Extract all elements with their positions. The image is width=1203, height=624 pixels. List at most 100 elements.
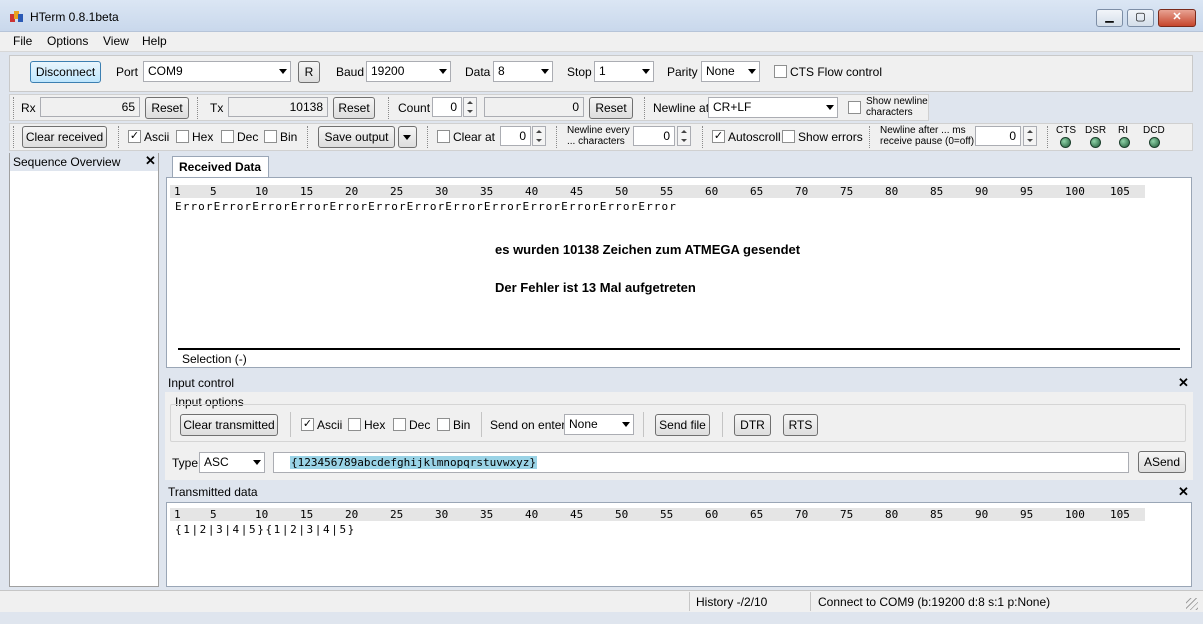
tx-dec-checkbox[interactable] [393,418,406,431]
menu-options[interactable]: Options [41,33,94,50]
save-output-button[interactable]: Save output [318,126,395,148]
input-control-close-icon[interactable]: ✕ [1178,375,1189,391]
ruler-tick: 10 [255,508,269,521]
tx-ascii-checkbox[interactable]: ✓ [301,418,314,431]
connection-status: Connect to COM9 (b:19200 d:8 s:1 p:None) [818,595,1051,609]
close-button[interactable]: ✕ [1158,9,1196,27]
port-select[interactable]: COM9 [143,61,291,82]
tab-received-data-label: Received Data [179,160,262,174]
data-bits-select[interactable]: 8 [493,61,553,82]
count-reset-button[interactable]: Reset [589,97,633,119]
ruler-tick: 55 [660,185,674,198]
ruler-tick: 65 [750,185,764,198]
disconnect-button[interactable]: Disconnect [30,61,101,83]
app-icon [10,11,24,23]
ruler-tick: 45 [570,185,584,198]
ruler-tick: 20 [345,185,359,198]
baud-select[interactable]: 19200 [366,61,451,82]
divider [643,412,644,437]
resize-grip-icon[interactable] [1186,598,1198,610]
tx-bin-checkbox[interactable] [437,418,450,431]
ruler-tick: 5 [210,508,217,521]
ruler-tick: 60 [705,508,719,521]
rx-dec-label: Dec [237,130,259,144]
ruler-tick: 100 [1065,508,1085,521]
cts-flow-checkbox[interactable] [774,65,787,78]
minimize-button[interactable]: ▁ [1096,9,1123,27]
menu-view[interactable]: View [97,33,135,50]
newline-after-spinner[interactable] [1023,126,1037,146]
rts-button[interactable]: RTS [783,414,818,436]
port-value: COM9 [148,64,183,78]
refresh-ports-button[interactable]: R [298,61,320,83]
send-input-value: {123456789abcdefghijklmnopqrstuvwxyz} [290,456,538,469]
ruler-tick: 60 [705,185,719,198]
newline-at-label: Newline at [653,101,710,115]
annotation-error-count: Der Fehler ist 13 Mal aufgetreten [495,280,696,295]
send-file-button[interactable]: Send file [655,414,710,436]
tx-hex-checkbox[interactable] [348,418,361,431]
transmitted-data-close-icon[interactable]: ✕ [1178,484,1189,500]
history-status: History -/2/10 [696,595,768,609]
clear-received-button[interactable]: Clear received [22,126,107,148]
data-bits-label: Data [465,65,491,79]
status-divider [810,592,811,611]
maximize-button[interactable]: ▢ [1127,9,1154,27]
data-bits-value: 8 [498,64,505,78]
cts-flow-label: CTS Flow control [790,65,883,79]
clear-at-input[interactable]: 0 [500,126,531,146]
stop-bits-select[interactable]: 1 [594,61,654,82]
toolbar-grip [307,126,308,148]
tx-reset-button[interactable]: Reset [333,97,375,119]
clear-at-checkbox[interactable] [437,130,450,143]
dtr-button[interactable]: DTR [734,414,771,436]
ruler-tick: 20 [345,508,359,521]
parity-select[interactable]: None [701,61,760,82]
ruler-tick: 50 [615,508,629,521]
rx-ascii-label: Ascii [144,130,170,144]
rx-bin-checkbox[interactable] [264,130,277,143]
clear-transmitted-button[interactable]: Clear transmitted [180,414,278,436]
divider [290,412,291,437]
save-output-menu-button[interactable] [398,126,417,148]
input-control-title: Input control [168,376,235,390]
asend-button[interactable]: ASend [1138,451,1186,473]
ruler-tick: 80 [885,185,899,198]
rx-hex-checkbox[interactable] [176,130,189,143]
clear-at-label: Clear at [453,130,496,144]
count-spinner[interactable] [463,97,477,117]
autoscroll-checkbox[interactable]: ✓ [712,130,725,143]
menu-help[interactable]: Help [136,33,173,50]
newline-after-input[interactable]: 0 [975,126,1021,146]
clear-at-spinner[interactable] [532,126,546,146]
tab-received-data[interactable]: Received Data [172,156,269,177]
newline-every-label: Newline every ... characters [567,125,630,147]
tx-hex-label: Hex [364,418,386,432]
newline-at-select[interactable]: CR+LF [708,97,838,118]
count-label: Count [398,101,431,115]
toolbar-grip [644,97,645,119]
newline-every-input[interactable]: 0 [633,126,675,146]
rx-reset-button[interactable]: Reset [145,97,189,119]
count-input[interactable]: 0 [432,97,462,117]
title-bar: HTerm 0.8.1beta ▁ ▢ ✕ [0,0,1203,32]
show-errors-checkbox[interactable] [782,130,795,143]
received-ruler: 1 5 10 15 20 25 30 35 40 45 50 55 60 65 70 75 80 85 90 95 10… [170,185,1145,198]
toolbar-grip [702,126,703,148]
send-input[interactable]: {123456789abcdefghijklmnopqrstuvwxyz} [273,452,1129,473]
newline-every-spinner[interactable] [677,126,691,146]
rx-ascii-checkbox[interactable]: ✓ [128,130,141,143]
ruler-tick: 55 [660,508,674,521]
sequence-overview-close-icon[interactable]: ✕ [145,153,156,169]
show-errors-label: Show errors [798,130,863,144]
status-divider [689,592,690,611]
input-control-header: Input control [165,374,1193,392]
selection-divider [178,348,1180,350]
menu-file[interactable]: File [7,33,38,50]
send-on-enter-select[interactable]: None [564,414,634,435]
ruler-tick: 25 [390,508,404,521]
send-on-enter-label: Send on enter [490,418,566,432]
rx-dec-checkbox[interactable] [221,130,234,143]
type-select[interactable]: ASC [199,452,265,473]
show-newline-checkbox[interactable] [848,101,861,114]
